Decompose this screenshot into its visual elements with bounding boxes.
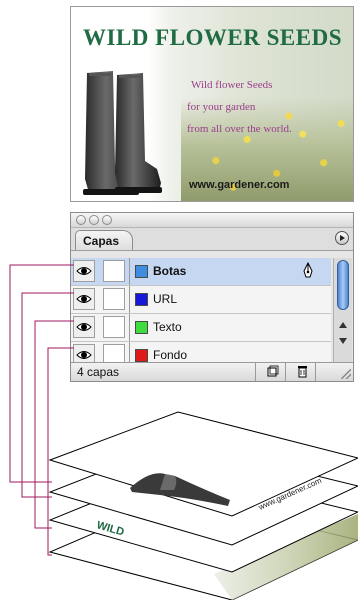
- eye-icon: [76, 323, 92, 331]
- layer-name: Botas: [153, 264, 187, 278]
- trash-icon[interactable]: [293, 365, 311, 378]
- lock-toggle[interactable]: [103, 260, 125, 282]
- scroll-up-icon[interactable]: [339, 322, 347, 328]
- artwork-tagline-2: for your garden: [187, 101, 256, 113]
- stack-url-text: www.gardener.com: [256, 476, 323, 512]
- palette-tab-row: Capas: [71, 228, 353, 251]
- palette-menu-icon[interactable]: [335, 231, 349, 245]
- tab-capas[interactable]: Capas: [75, 230, 133, 250]
- layers-palette: Capas Botas URL Texto Fondo 4 capas: [70, 212, 354, 382]
- layer-sheet-url: [48, 441, 358, 546]
- palette-footer: 4 capas: [71, 362, 353, 381]
- pen-icon: [303, 262, 313, 278]
- layer-color-swatch: [135, 293, 148, 306]
- artwork-preview: WILD FLOWER SEEDS Wild flower Seeds for …: [70, 6, 354, 202]
- close-button[interactable]: [76, 215, 86, 225]
- artwork-tagline-3: from all over the world.: [187, 123, 292, 135]
- visibility-toggle[interactable]: [73, 260, 95, 282]
- stack-title-fragment: WILD: [95, 519, 125, 538]
- layer-color-swatch: [135, 321, 148, 334]
- minimize-button[interactable]: [89, 215, 99, 225]
- layer-name: URL: [153, 292, 178, 306]
- stack-boot-image: [130, 473, 230, 506]
- layer-sheet-texto: [48, 467, 358, 573]
- connector-lines: [9, 264, 74, 556]
- layers-scrollbar[interactable]: [333, 258, 352, 366]
- layer-row-texto[interactable]: Texto: [71, 314, 331, 342]
- artwork-url: www.gardener.com: [189, 179, 290, 191]
- lock-toggle[interactable]: [103, 316, 125, 338]
- visibility-toggle[interactable]: [73, 316, 95, 338]
- artwork-tagline-1: Wild flower Seeds: [191, 79, 273, 91]
- artwork-title: WILD FLOWER SEEDS: [83, 25, 343, 50]
- eye-icon: [76, 267, 92, 275]
- scroll-thumb[interactable]: [337, 260, 349, 310]
- layer-count: 4 capas: [77, 365, 120, 379]
- resize-grip-icon[interactable]: [341, 369, 351, 379]
- layer-sheet-fondo: [48, 496, 358, 600]
- layer-name: Texto: [153, 320, 182, 334]
- layer-row-botas[interactable]: Botas: [71, 258, 331, 286]
- visibility-toggle[interactable]: [73, 288, 95, 310]
- boots-image: [83, 71, 162, 195]
- new-layer-icon[interactable]: [263, 365, 281, 378]
- zoom-button[interactable]: [102, 215, 112, 225]
- palette-titlebar[interactable]: [71, 213, 353, 228]
- lock-toggle[interactable]: [103, 288, 125, 310]
- layer-color-swatch: [135, 349, 148, 362]
- layer-color-swatch: [135, 265, 148, 278]
- scroll-down-icon[interactable]: [339, 338, 347, 344]
- layer-row-url[interactable]: URL: [71, 286, 331, 314]
- layer-sheet-botas: [48, 411, 358, 517]
- layers-list: Botas URL Texto Fondo: [71, 258, 331, 370]
- fondo-meadow-strip: [214, 514, 358, 600]
- eye-icon: [76, 295, 92, 303]
- eye-icon: [76, 351, 92, 359]
- layer-name: Fondo: [153, 348, 188, 362]
